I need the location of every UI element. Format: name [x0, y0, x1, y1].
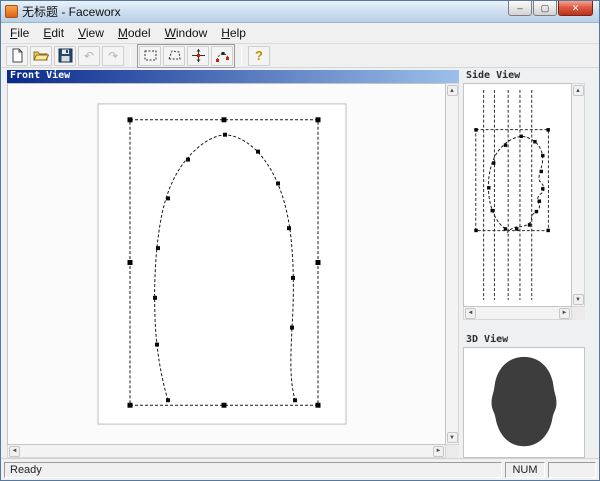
move-point-icon: [191, 48, 206, 63]
front-image-page: [98, 104, 346, 424]
side-view-hscrollbar[interactable]: ◄ ►: [463, 307, 572, 320]
close-icon: ✕: [572, 4, 580, 13]
side-guide-lines[interactable]: [484, 90, 532, 300]
open-button[interactable]: [30, 46, 52, 66]
edit-points-icon: [215, 48, 230, 63]
minimize-button[interactable]: –: [508, 1, 532, 16]
scrollbar-corner: [572, 307, 585, 320]
redo-icon: ↷: [108, 50, 118, 62]
front-view-vscrollbar[interactable]: ▲ ▼: [446, 83, 459, 445]
undo-icon: ↶: [84, 50, 94, 62]
scrollbar-corner: [446, 445, 459, 458]
scroll-down-icon[interactable]: ▼: [573, 294, 584, 305]
redo-button[interactable]: ↷: [102, 46, 124, 66]
curve-select-button[interactable]: [163, 46, 185, 66]
side-view-drawing: [464, 84, 571, 306]
menu-edit[interactable]: Edit: [36, 24, 71, 42]
front-view-header[interactable]: Front View: [7, 70, 459, 83]
three-d-drawing: [464, 348, 584, 457]
menu-help[interactable]: Help: [214, 24, 253, 42]
maximize-icon: ▢: [541, 4, 550, 13]
scroll-up-icon[interactable]: ▲: [447, 85, 458, 96]
menu-view[interactable]: View: [71, 24, 111, 42]
window-controls: – ▢ ✕: [508, 1, 593, 16]
edit-tool-group: [137, 44, 235, 68]
scroll-left-icon[interactable]: ◄: [465, 308, 476, 319]
app-icon: [5, 5, 18, 18]
side-view-header[interactable]: Side View: [463, 70, 585, 83]
scroll-left-icon[interactable]: ◄: [9, 446, 20, 457]
save-floppy-icon: [58, 48, 73, 63]
maximize-button[interactable]: ▢: [533, 1, 557, 16]
new-file-icon: [10, 48, 25, 63]
scroll-right-icon[interactable]: ►: [433, 446, 444, 457]
side-profile-outline[interactable]: [488, 137, 543, 233]
front-view-drawing: [8, 84, 445, 444]
toolbar-separator: [130, 47, 131, 65]
three-d-view-canvas[interactable]: [463, 347, 585, 458]
three-d-head-silhouette: [492, 357, 557, 446]
front-view-canvas[interactable]: [7, 83, 446, 445]
new-button[interactable]: [6, 46, 28, 66]
scroll-down-icon[interactable]: ▼: [447, 432, 458, 443]
three-d-view-header[interactable]: 3D View: [463, 334, 585, 347]
open-folder-icon: [33, 48, 49, 63]
front-view-hscrollbar[interactable]: ◄ ►: [7, 445, 446, 458]
help-icon: ?: [255, 48, 263, 63]
minimize-icon: –: [517, 4, 522, 13]
side-selection-handles[interactable]: [474, 128, 550, 232]
menu-model[interactable]: Model: [111, 24, 158, 42]
menu-window[interactable]: Window: [158, 24, 215, 42]
save-button[interactable]: [54, 46, 76, 66]
close-button[interactable]: ✕: [558, 1, 593, 16]
side-view-panel: Side View: [463, 70, 585, 320]
undo-button[interactable]: ↶: [78, 46, 100, 66]
scroll-right-icon[interactable]: ►: [559, 308, 570, 319]
edit-points-button[interactable]: [211, 46, 233, 66]
move-point-button[interactable]: [187, 46, 209, 66]
help-button[interactable]: ?: [248, 46, 270, 66]
menubar: File Edit View Model Window Help: [1, 23, 599, 44]
curve-select-icon: [167, 48, 182, 63]
rect-select-button[interactable]: [139, 46, 161, 66]
num-lock-indicator: NUM: [505, 462, 545, 478]
side-view-canvas[interactable]: [463, 83, 572, 307]
workspace: Front View: [1, 68, 599, 458]
window-title: 无标题 - Faceworx: [22, 3, 121, 20]
front-view-panel: Front View: [7, 70, 459, 458]
side-view-vscrollbar[interactable]: ▲ ▼: [572, 83, 585, 307]
toolbar-separator: [241, 47, 242, 65]
three-d-view-panel: 3D View: [463, 334, 585, 458]
status-pane-empty: [548, 462, 596, 478]
statusbar: Ready NUM: [1, 458, 599, 480]
rect-select-icon: [143, 48, 158, 63]
app-window: 无标题 - Faceworx – ▢ ✕ File Edit View Mode…: [0, 0, 600, 481]
titlebar[interactable]: 无标题 - Faceworx – ▢ ✕: [1, 1, 599, 23]
status-message: Ready: [4, 462, 502, 478]
menu-file[interactable]: File: [3, 24, 36, 42]
toolbar: ↶ ↷ ?: [1, 44, 599, 68]
side-control-points[interactable]: [487, 135, 544, 231]
scroll-up-icon[interactable]: ▲: [573, 85, 584, 96]
